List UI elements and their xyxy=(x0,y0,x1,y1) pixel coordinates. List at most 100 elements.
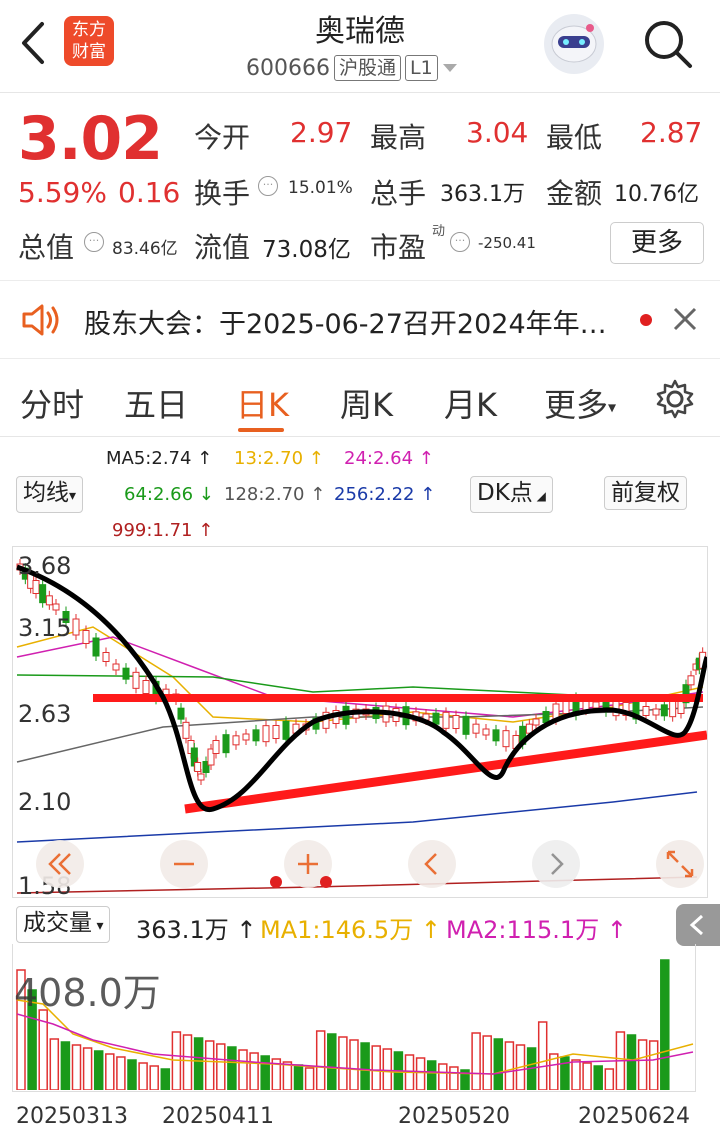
tab-daily-k[interactable]: 日K xyxy=(236,380,289,426)
dk-point-button[interactable]: DK点 ◢ xyxy=(470,476,553,513)
candle-body xyxy=(272,725,280,739)
volume-bar xyxy=(327,1033,337,1091)
current-price: 3.02 xyxy=(18,104,163,174)
candle-body xyxy=(194,762,202,772)
float-label: 流值 xyxy=(194,231,251,264)
volume-bar xyxy=(127,1059,137,1091)
page-dot xyxy=(320,876,332,888)
info-icon[interactable]: ··· xyxy=(84,232,104,252)
open-label: 今开 xyxy=(194,121,251,154)
volume-scale-label: 408.0万 xyxy=(14,971,161,1015)
volume-bar xyxy=(626,1034,637,1091)
robot-assistant-icon[interactable] xyxy=(544,14,604,74)
stock-code: 600666 xyxy=(246,55,330,81)
volume-bar xyxy=(371,1045,381,1091)
dropdown-icon xyxy=(442,64,457,72)
mktcap-value: 83.46亿 xyxy=(112,239,178,259)
date-label: 20250520 xyxy=(398,1104,510,1129)
kline-chart[interactable] xyxy=(12,546,710,898)
stock-name: 奥瑞德 xyxy=(315,14,405,49)
tab-monthly-k[interactable]: 月K xyxy=(444,380,497,426)
adjust-button[interactable]: 前复权 xyxy=(604,476,687,510)
volume-indicator-select[interactable]: 成交量 ▾ xyxy=(16,906,111,943)
info-icon[interactable]: ··· xyxy=(258,176,278,196)
volume-bar xyxy=(593,1065,603,1091)
pe-sup: 动 xyxy=(432,224,446,239)
volume-bar xyxy=(105,1053,115,1091)
candle-body xyxy=(177,707,185,720)
tab-more-label: 更多 xyxy=(544,386,609,424)
candle-body xyxy=(452,715,460,729)
tab-intraday[interactable]: 分时 xyxy=(20,380,84,426)
fullscreen-button[interactable] xyxy=(656,840,704,888)
stock-code-line[interactable]: 600666 沪股通 L1 xyxy=(246,55,458,81)
volume-bar xyxy=(249,1052,259,1091)
candle-body xyxy=(212,740,220,754)
kline-canvas xyxy=(16,559,710,894)
search-icon[interactable] xyxy=(640,16,696,72)
collapse-tab[interactable] xyxy=(676,904,720,946)
candle-body xyxy=(182,721,190,739)
tab-five-day[interactable]: 五日 xyxy=(124,380,188,426)
ma24-label: 24:2.64 ↑ xyxy=(344,448,434,469)
gear-icon[interactable] xyxy=(654,378,696,420)
zoom-out-button[interactable] xyxy=(160,840,208,888)
step-right-button[interactable] xyxy=(532,840,580,888)
ma-line xyxy=(16,876,698,894)
volume-bar xyxy=(238,1049,248,1091)
date-label: 20250313 xyxy=(16,1104,128,1129)
volume-bar xyxy=(426,1060,437,1091)
volume-bar xyxy=(660,959,670,1091)
volume-bar xyxy=(282,1061,293,1091)
turnover-label: 换手 xyxy=(194,177,251,210)
candle-body xyxy=(687,675,695,686)
avg-line-button[interactable]: 均线▾ xyxy=(16,476,84,513)
pe-value: -250.41 xyxy=(478,234,536,252)
volume-bar xyxy=(293,1064,304,1091)
volume-bar xyxy=(204,1040,215,1091)
close-icon[interactable] xyxy=(672,306,698,332)
volume-bar xyxy=(537,1021,548,1091)
change-amount: 0.16 xyxy=(118,176,181,209)
candle-body xyxy=(112,663,120,671)
volume-ma1: MA1:146.5万 ↑ xyxy=(260,916,441,944)
y-axis-label: 2.10 xyxy=(18,788,72,816)
candle-body xyxy=(92,637,100,657)
avg-line-label: 均线 xyxy=(23,480,69,506)
tab-more[interactable]: 更多▾ xyxy=(544,380,616,426)
volume-bar xyxy=(504,1041,515,1091)
volume-bar xyxy=(571,1059,581,1091)
volume-bar xyxy=(438,1063,448,1091)
volume-bar xyxy=(149,1065,159,1091)
speaker-icon xyxy=(22,304,59,336)
notice-bar[interactable]: 股东大会：于2025-06-27召开2024年年… xyxy=(0,282,720,358)
ma-line xyxy=(16,674,704,698)
volume-value: 363.1万 xyxy=(440,182,525,207)
date-label: 20250624 xyxy=(578,1104,690,1129)
more-button[interactable]: 更多 xyxy=(610,222,704,264)
connect-tag: 沪股通 xyxy=(333,55,401,81)
info-icon[interactable]: ··· xyxy=(450,232,470,252)
candle-body xyxy=(442,711,450,729)
top-bar: 东方 财富 奥瑞德 600666 沪股通 L1 xyxy=(0,0,720,93)
volume-bar xyxy=(449,1066,459,1091)
volume-bar xyxy=(482,1035,492,1091)
chevron-down-icon: ▾ xyxy=(92,918,104,934)
divider xyxy=(0,280,720,281)
candle-body xyxy=(122,667,130,680)
candle-body xyxy=(462,715,470,735)
ma-line xyxy=(16,791,698,843)
candle-body xyxy=(222,734,230,754)
candle-body xyxy=(72,618,80,636)
high-label: 最高 xyxy=(370,121,427,154)
tab-weekly-k[interactable]: 周K xyxy=(340,380,393,426)
chevron-right-icon xyxy=(551,853,564,875)
candle-body xyxy=(652,708,660,716)
volume-bar xyxy=(304,1067,315,1091)
candle-body xyxy=(542,711,550,723)
volume-bar xyxy=(360,1042,370,1091)
volume-bar xyxy=(49,1038,60,1091)
candle-body xyxy=(142,680,150,694)
scroll-left-far-button[interactable] xyxy=(36,840,84,888)
step-left-button[interactable] xyxy=(408,840,456,888)
